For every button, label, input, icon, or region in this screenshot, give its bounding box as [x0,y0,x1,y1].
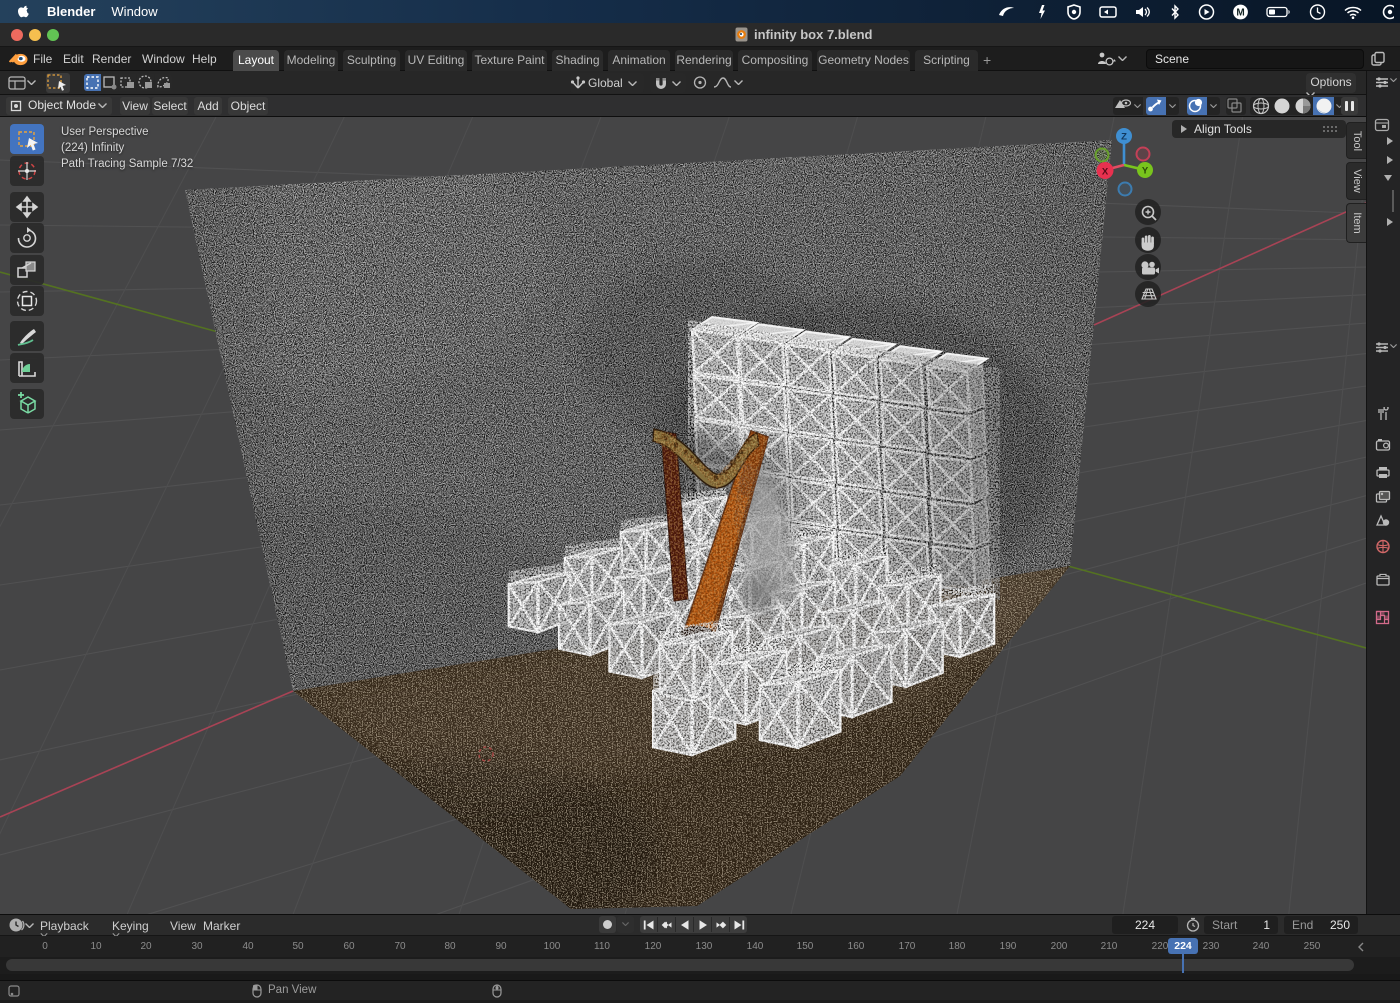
svg-text:Y: Y [1142,166,1149,177]
svg-text:M: M [1236,7,1244,18]
svg-text:Z: Z [1121,132,1127,143]
svg-text:X: X [1102,167,1109,178]
